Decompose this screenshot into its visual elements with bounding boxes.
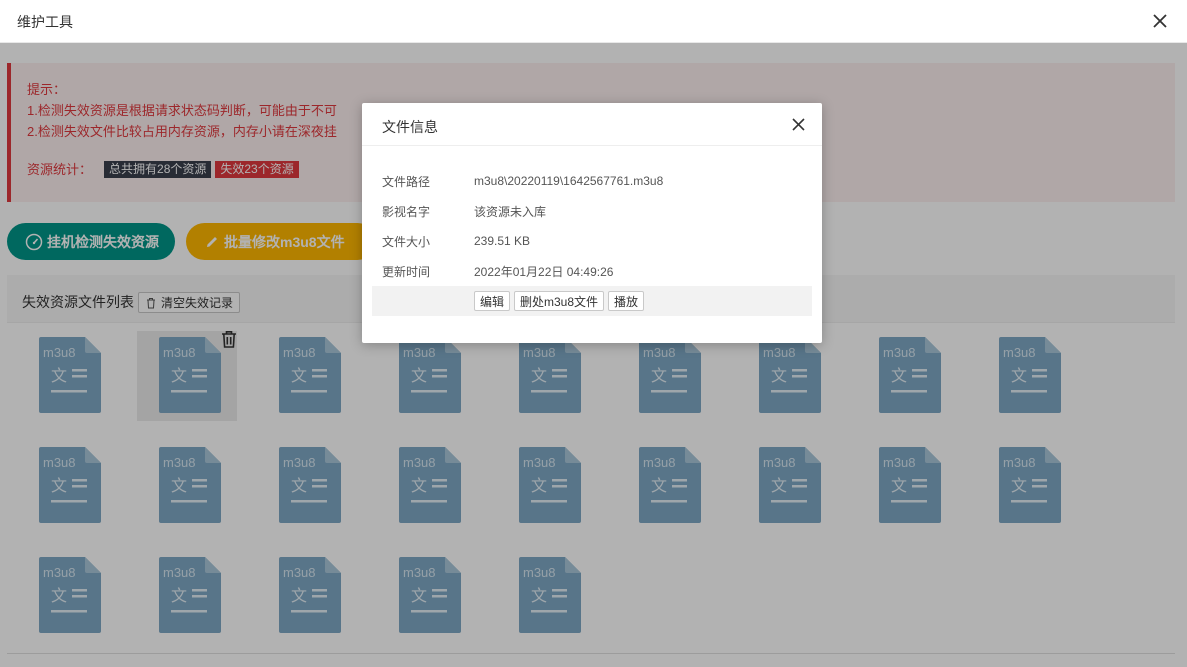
info-key: 文件大小 <box>382 234 431 249</box>
dialog-header: 文件信息 <box>362 103 822 146</box>
file-info-rows: 文件路径 m3u8\20220119\1642567761.m3u8 影视名字 … <box>372 166 812 316</box>
info-key: 文件路径 <box>382 174 431 189</box>
info-row-actions: 编辑 删处m3u8文件 播放 <box>372 286 812 316</box>
window-titlebar: 维护工具 <box>0 0 1187 43</box>
info-value: 239.51 KB <box>474 234 531 248</box>
edit-button[interactable]: 编辑 <box>474 291 511 311</box>
info-row-title: 影视名字 该资源未入库 <box>372 196 812 226</box>
info-row-path: 文件路径 m3u8\20220119\1642567761.m3u8 <box>372 166 812 196</box>
info-value: 2022年01月22日 04:49:26 <box>474 264 614 279</box>
info-value: 该资源未入库 <box>474 204 547 219</box>
info-row-updated: 更新时间 2022年01月22日 04:49:26 <box>372 256 812 286</box>
play-button[interactable]: 播放 <box>608 291 645 311</box>
info-value: m3u8\20220119\1642567761.m3u8 <box>474 174 664 188</box>
file-info-dialog: 文件信息 文件路径 m3u8\20220119\1642567761.m3u8 … <box>362 103 822 343</box>
dialog-close-icon[interactable] <box>791 117 806 132</box>
info-key: 影视名字 <box>382 204 431 219</box>
delete-m3u8-button[interactable]: 删处m3u8文件 <box>514 291 605 311</box>
close-icon[interactable] <box>1151 12 1169 30</box>
info-key: 更新时间 <box>382 264 431 279</box>
dialog-title: 文件信息 <box>382 119 438 135</box>
info-row-size: 文件大小 239.51 KB <box>372 226 812 256</box>
window-title: 维护工具 <box>17 14 73 30</box>
